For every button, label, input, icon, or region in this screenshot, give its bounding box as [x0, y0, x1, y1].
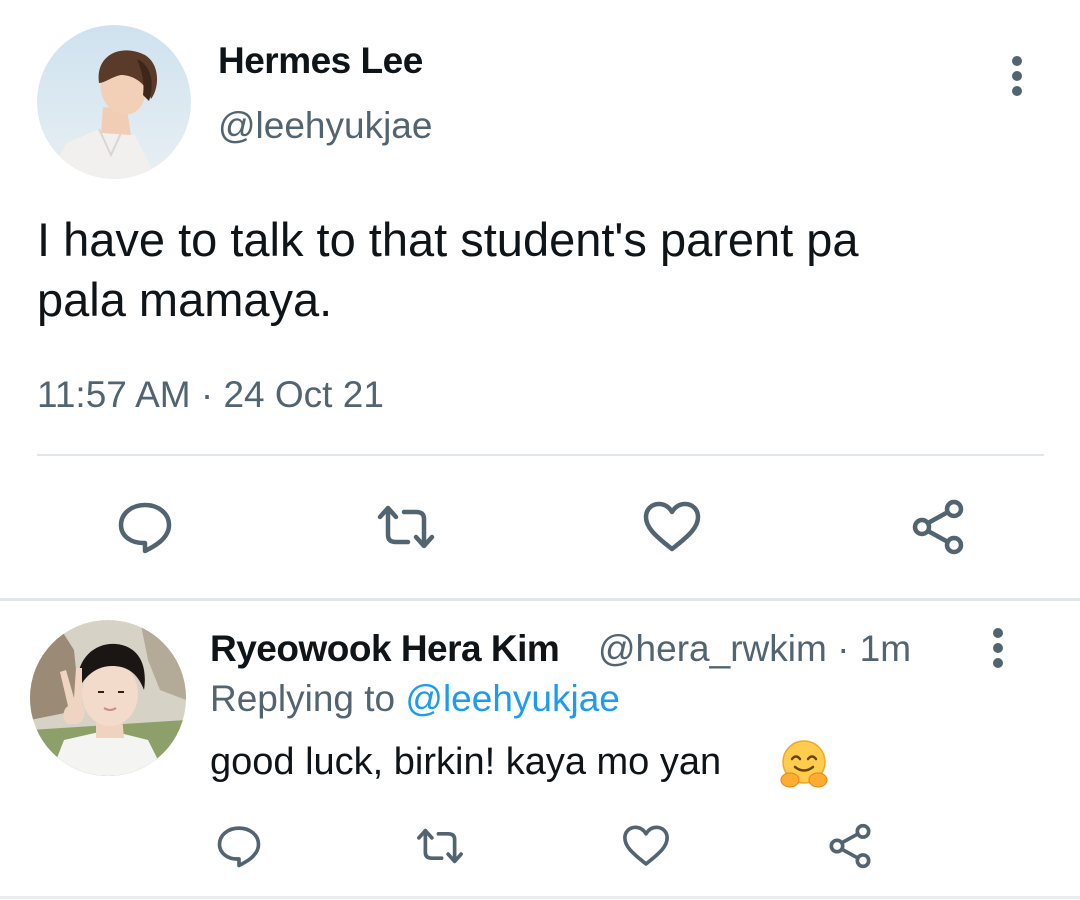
author-handle[interactable]: @leehyukjae — [218, 105, 432, 147]
retweet-icon[interactable] — [374, 495, 438, 559]
tweet-text-line-2: pala mamaya. — [37, 273, 333, 326]
tweet-text-line-1: I have to talk to that student's parent … — [37, 213, 859, 266]
reply-age[interactable]: 1m — [860, 628, 911, 669]
hugging-face-emoji-icon — [778, 738, 830, 790]
reply-icon[interactable] — [213, 820, 265, 872]
tweet-timestamp[interactable]: 11:57 AM · 24 Oct 21 — [37, 374, 384, 416]
reply-text: good luck, birkin! kaya mo yan — [210, 741, 722, 783]
more-vertical-icon[interactable] — [984, 626, 1010, 670]
retweet-icon[interactable] — [414, 820, 466, 872]
share-icon[interactable] — [824, 820, 876, 872]
reply-icon[interactable] — [113, 495, 177, 559]
like-icon[interactable] — [640, 495, 704, 559]
reply-author-avatar[interactable] — [30, 620, 186, 776]
reply-author-display-name[interactable]: Ryeowook Hera Kim — [210, 628, 560, 670]
share-icon[interactable] — [906, 495, 970, 559]
meta-separator: · — [837, 628, 850, 669]
divider — [0, 598, 1080, 601]
divider — [0, 896, 1080, 899]
like-icon[interactable] — [620, 820, 672, 872]
reply-author-avatar-photo — [30, 620, 186, 776]
author-avatar[interactable] — [37, 25, 191, 179]
divider — [37, 454, 1044, 456]
author-display-name[interactable]: Hermes Lee — [218, 40, 423, 82]
reply-author-handle[interactable]: @hera_rwkim — [598, 628, 827, 669]
replying-to-mention[interactable]: @leehyukjae — [405, 678, 619, 719]
reply-meta: @hera_rwkim · 1m — [598, 628, 911, 670]
tweet-text: I have to talk to that student's parent … — [37, 210, 1037, 330]
replying-to-label: Replying to — [210, 678, 396, 719]
more-vertical-icon[interactable] — [1003, 54, 1029, 98]
author-avatar-photo — [37, 25, 191, 179]
replying-to-line: Replying to @leehyukjae — [210, 678, 620, 720]
